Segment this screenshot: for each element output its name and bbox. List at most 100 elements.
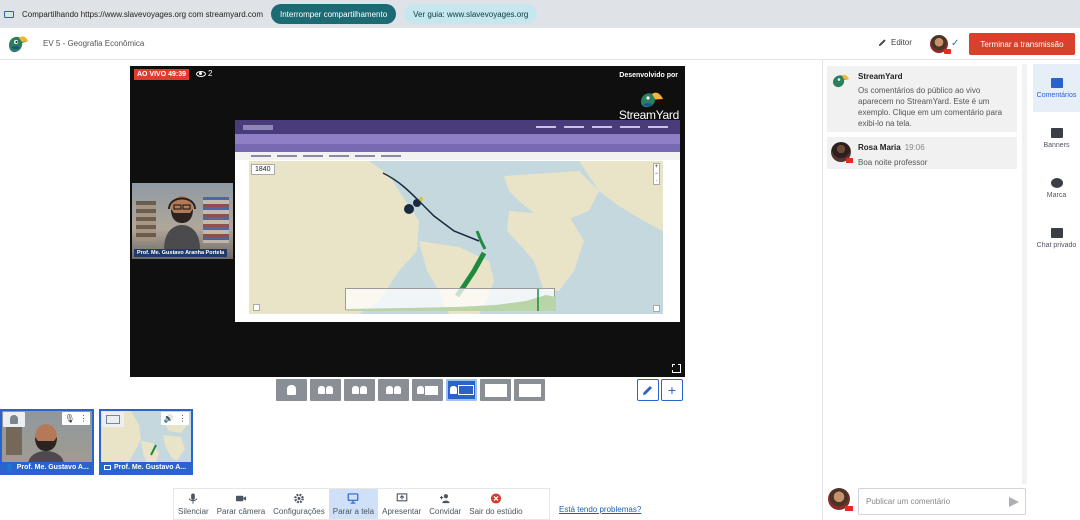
stop-sharing-button[interactable]: Interromper compartilhamento	[271, 4, 397, 24]
rail-private-chat[interactable]: Chat privado	[1033, 214, 1080, 262]
year-indicator: 1840	[251, 164, 275, 175]
youtube-icon	[846, 158, 853, 163]
mute-label: Silenciar	[178, 506, 209, 516]
presenter-figure	[164, 196, 200, 249]
troubleshoot-link[interactable]: Está tendo problemas?	[559, 505, 641, 514]
screen-icon	[106, 415, 120, 424]
thumbnail-screen[interactable]: 🔊 ⋮ Prof. Me. Gustavo A...	[99, 409, 193, 475]
screen-share-bar: Compartilhando https://www.slavevoyages.…	[0, 0, 1080, 28]
layout-selector	[276, 379, 545, 401]
broadcast-stage: AO VIVO 49:39 2 Desenvolvido por StreamY…	[130, 66, 685, 377]
map-fullscreen-button[interactable]	[653, 305, 660, 312]
volume-icon[interactable]: 🔊	[164, 414, 174, 423]
end-broadcast-button[interactable]: Terminar a transmissão	[969, 33, 1075, 55]
person-icon	[10, 415, 18, 424]
comment-avatar	[831, 142, 853, 163]
more-icon[interactable]: ⋮	[178, 414, 186, 423]
layout-group[interactable]	[310, 379, 341, 401]
layout-screen-pip[interactable]	[446, 379, 477, 401]
live-badge: AO VIVO 49:39	[134, 69, 190, 80]
comments-scrollbar[interactable]	[1022, 64, 1027, 484]
rail-banners[interactable]: Banners	[1033, 114, 1080, 162]
comment-author: StreamYard	[858, 72, 902, 81]
presenter-camera[interactable]: Prof. Me. Gustavo Aranha Portela	[132, 183, 233, 259]
send-icon[interactable]	[1009, 497, 1019, 507]
settings-label: Configurações	[273, 506, 325, 516]
thumbnail-controls[interactable]: 🔊 ⋮	[161, 412, 189, 425]
stop-screen-button[interactable]: Parar a tela	[328, 489, 379, 519]
viewer-count: 2	[196, 69, 212, 78]
screen-share-icon	[4, 10, 14, 18]
layout-spotlight[interactable]	[378, 379, 409, 401]
map-timeline[interactable]	[345, 288, 556, 311]
comment-text: Os comentários do público ao vivo aparec…	[858, 86, 1003, 128]
studio-toolbar: Silenciar Parar câmera Configurações Par…	[173, 488, 550, 520]
more-icon[interactable]: ⋮	[80, 414, 88, 423]
person-icon: 👤	[5, 464, 14, 472]
layout-leader[interactable]	[344, 379, 375, 401]
map-layer-button[interactable]	[253, 304, 260, 311]
bookshelf-right	[203, 197, 229, 243]
thumbnail-camera[interactable]: 🎙 ⋮ 👤 Prof. Me. Gustavo A...	[0, 409, 94, 475]
view-tab-button[interactable]: Ver guia: www.slavevoyages.org	[404, 4, 538, 24]
app-header: EV 5 - Geografia Econômica Editor ✓ Term…	[0, 28, 1080, 60]
website-subtitle-bar	[235, 134, 680, 144]
layout-news[interactable]	[412, 379, 443, 401]
streamyard-logo[interactable]	[6, 32, 30, 56]
leave-studio-button[interactable]: Sair do estúdio	[465, 489, 526, 519]
mic-icon[interactable]: 🎙	[64, 414, 74, 423]
rail-brand[interactable]: Marca	[1033, 164, 1080, 212]
comment-text: Boa noite professor	[858, 158, 928, 167]
thumbnail-name: Prof. Me. Gustavo A...	[16, 464, 89, 471]
rail-private-chat-label: Chat privado	[1036, 241, 1077, 249]
account-avatar[interactable]	[930, 35, 951, 54]
rail-comments-label: Comentários	[1036, 91, 1077, 99]
website-topbar	[235, 120, 680, 134]
shared-screen: 1840 + − ·	[235, 120, 680, 322]
pencil-icon	[643, 386, 652, 395]
stop-camera-button[interactable]: Parar câmera	[213, 489, 269, 519]
comment-time: 19:06	[904, 143, 925, 152]
stop-screen-label: Parar a tela	[332, 506, 375, 516]
comment-item[interactable]: Rosa Maria 19:06 Boa noite professor	[827, 137, 1017, 169]
monitor-icon	[104, 465, 111, 470]
comment-author: Rosa Maria 19:06	[858, 143, 925, 152]
comment-item[interactable]: StreamYard Os comentários do público ao …	[827, 66, 1017, 132]
comment-input[interactable]: Publicar um comentário	[858, 488, 1026, 515]
gear-icon	[294, 493, 304, 503]
map-zoom-controls[interactable]: + − ·	[653, 163, 660, 185]
mic-icon	[189, 492, 198, 504]
thumbnail-type-tag	[102, 412, 124, 427]
camera-icon	[235, 495, 246, 501]
layout-screen-corner[interactable]	[480, 379, 511, 401]
invite-button[interactable]: Convidar	[425, 489, 465, 519]
side-rail: Comentários Banners Marca Chat privado	[1033, 60, 1080, 520]
rail-comments[interactable]: Comentários	[1033, 64, 1080, 112]
mute-button[interactable]: Silenciar	[174, 489, 213, 519]
thumbnail-controls[interactable]: 🎙 ⋮	[62, 412, 90, 425]
leave-studio-label: Sair do estúdio	[469, 506, 523, 516]
commenter-avatar[interactable]	[828, 488, 853, 511]
layout-screen-only[interactable]	[514, 379, 545, 401]
website-logo	[243, 124, 273, 130]
add-overlay-button[interactable]: +	[661, 379, 683, 401]
comment-author-name: Rosa Maria	[858, 143, 901, 152]
voyages-map[interactable]: 1840 + − ·	[249, 161, 663, 314]
thumbnail-label: 👤 Prof. Me. Gustavo A...	[2, 462, 92, 473]
editor-label: Editor	[891, 38, 912, 47]
layout-solo[interactable]	[276, 379, 307, 401]
settings-button[interactable]: Configurações	[269, 489, 329, 519]
edit-overlay-button[interactable]	[637, 379, 659, 401]
fullscreen-icon[interactable]	[671, 363, 681, 373]
eye-icon	[196, 70, 206, 77]
rail-banners-label: Banners	[1043, 141, 1070, 149]
editor-button[interactable]: Editor	[878, 38, 912, 47]
comment-input-placeholder: Publicar um comentário	[866, 497, 951, 506]
thumbnail-type-tag	[3, 412, 25, 427]
present-button[interactable]: Apresentar	[378, 489, 425, 519]
youtube-icon	[944, 49, 951, 54]
present-label: Apresentar	[382, 506, 422, 516]
broadcast-title[interactable]: EV 5 - Geografia Econômica	[43, 39, 144, 48]
rail-brand-label: Marca	[1046, 191, 1067, 199]
present-icon	[396, 492, 407, 501]
